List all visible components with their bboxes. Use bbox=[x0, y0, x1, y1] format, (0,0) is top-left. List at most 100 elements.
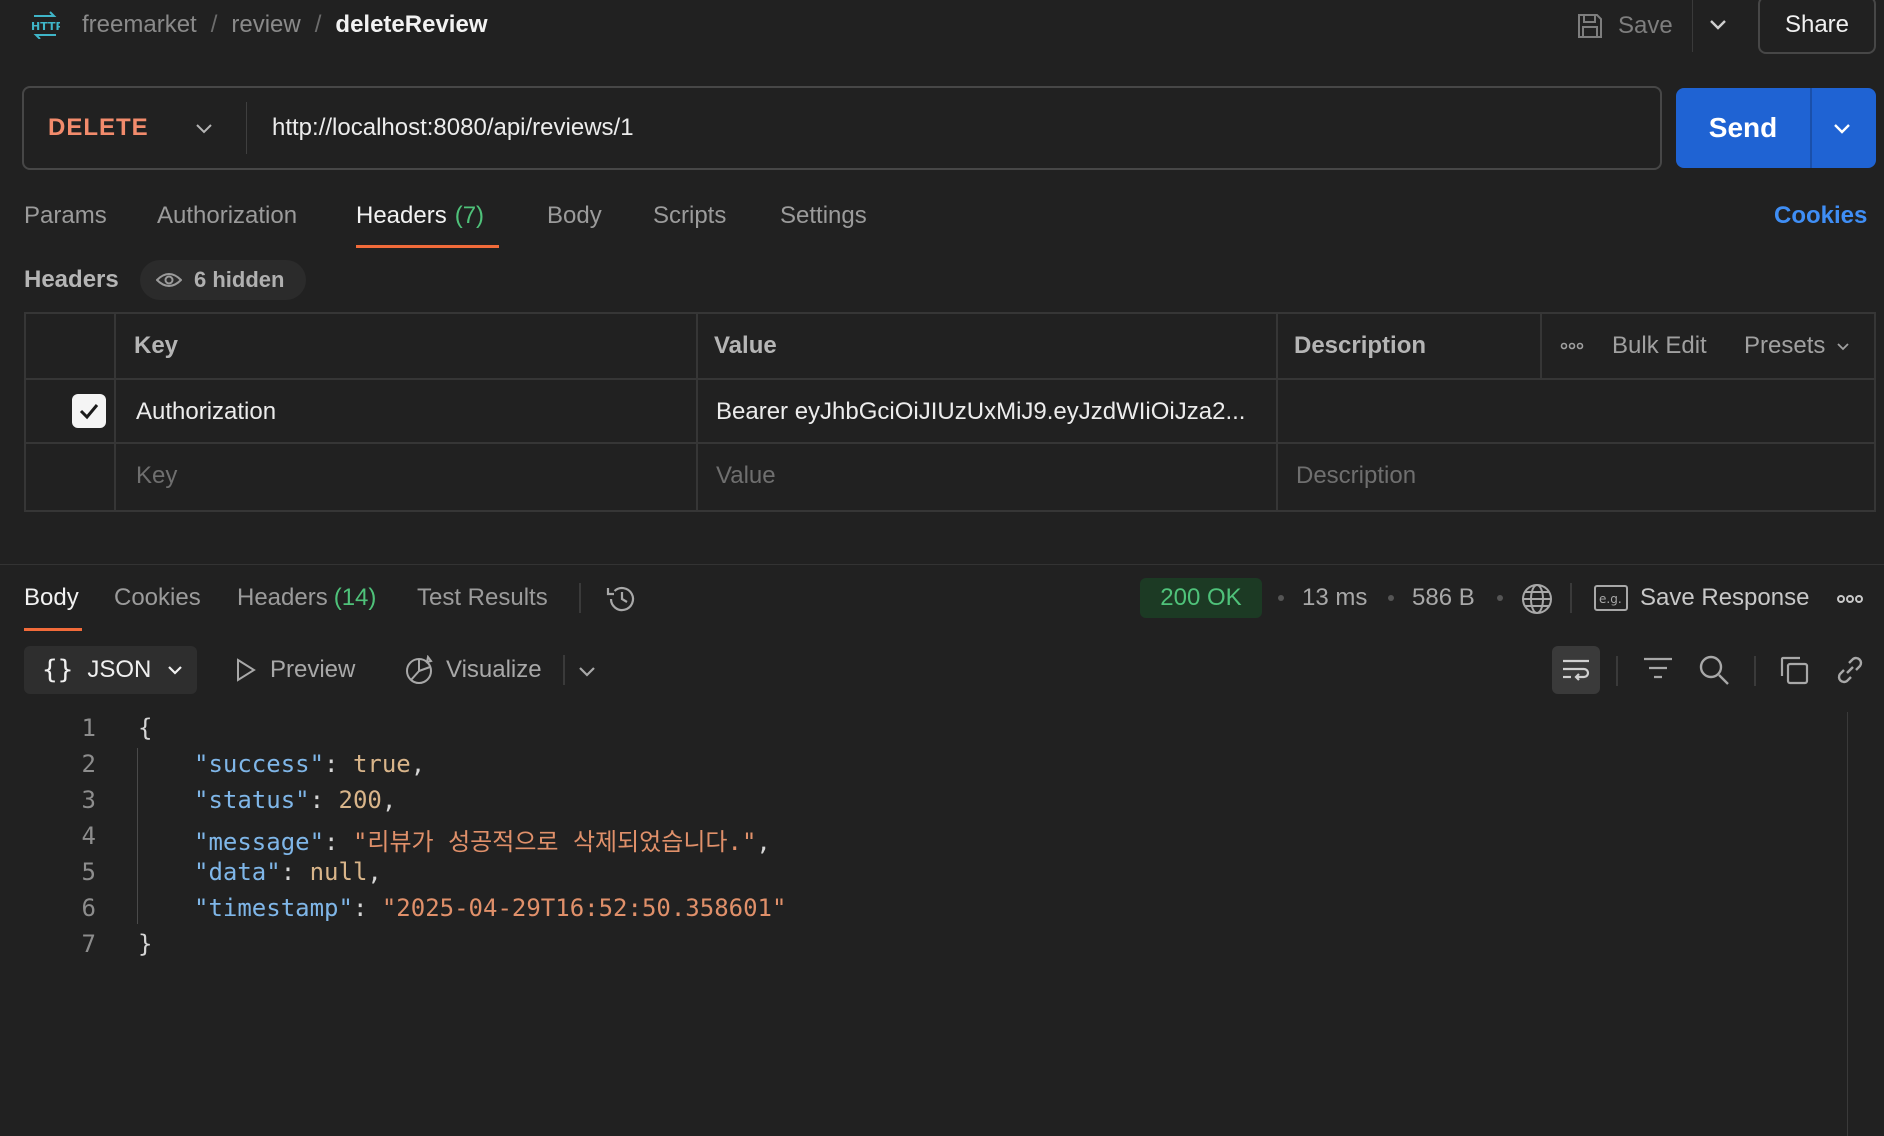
tab-scripts[interactable]: Scripts bbox=[653, 196, 726, 236]
divider bbox=[563, 655, 565, 685]
code-line: "message": "리뷰가 성공적으로 삭제되었습니다.", bbox=[194, 828, 771, 856]
chevron-down-icon bbox=[1835, 338, 1851, 354]
example-icon: e.g. bbox=[1594, 585, 1640, 611]
bulk-edit-button[interactable]: Bulk Edit bbox=[1612, 314, 1707, 378]
header-value-cell[interactable]: Bearer eyJhbGciOiJIUzUxMiJ9.eyJzdWIiOiJz… bbox=[716, 380, 1268, 444]
col-divider bbox=[696, 314, 698, 510]
wrap-lines-button[interactable] bbox=[1552, 646, 1600, 694]
scrollbar-track[interactable] bbox=[1847, 712, 1848, 1136]
col-divider bbox=[1276, 314, 1278, 510]
headers-table: Key Value Description Bulk Edit Presets … bbox=[24, 312, 1876, 512]
separator-dot bbox=[1497, 595, 1503, 601]
more-options-icon[interactable] bbox=[1560, 314, 1584, 378]
divider bbox=[1570, 583, 1572, 613]
format-label: JSON bbox=[87, 656, 152, 683]
save-button[interactable]: Save bbox=[1576, 6, 1673, 46]
send-options-chevron-down-icon[interactable] bbox=[1830, 116, 1854, 140]
globe-icon[interactable] bbox=[1520, 582, 1554, 616]
presets-label: Presets bbox=[1744, 332, 1826, 359]
send-button[interactable]: Send bbox=[1676, 88, 1810, 168]
format-dropdown[interactable]: {} JSON bbox=[24, 646, 197, 694]
preview-button[interactable]: Preview bbox=[232, 646, 355, 694]
presets-dropdown[interactable]: Presets bbox=[1744, 314, 1851, 378]
code-line: "data": null, bbox=[194, 858, 382, 886]
column-header-description: Description bbox=[1294, 332, 1427, 359]
json-value: 200 bbox=[338, 786, 382, 814]
col-divider bbox=[114, 314, 116, 510]
copy-icon[interactable] bbox=[1778, 654, 1810, 686]
preview-label: Preview bbox=[270, 656, 356, 683]
header-key-cell[interactable]: Authorization bbox=[136, 380, 686, 444]
header-description-cell[interactable] bbox=[1296, 380, 1866, 444]
column-header-key: Key bbox=[134, 332, 179, 359]
tab-authorization[interactable]: Authorization bbox=[157, 196, 297, 236]
save-label: Save bbox=[1618, 12, 1673, 39]
new-header-description-input[interactable]: Description bbox=[1296, 444, 1866, 508]
breadcrumb: HTTP freemarket / review / deleteReview bbox=[30, 8, 487, 42]
method-selector[interactable]: DELETE bbox=[48, 88, 149, 168]
visualize-icon bbox=[404, 655, 446, 685]
method-chevron-down-icon[interactable] bbox=[192, 116, 216, 140]
json-key: "status" bbox=[194, 786, 310, 814]
history-icon[interactable] bbox=[605, 582, 639, 616]
send-button-group: Send bbox=[1676, 88, 1876, 168]
code-line: "timestamp": "2025-04-29T16:52:50.358601… bbox=[194, 894, 787, 922]
breadcrumb-separator: / bbox=[210, 11, 218, 38]
response-tab-cookies[interactable]: Cookies bbox=[114, 578, 201, 618]
save-response-button[interactable]: e.g. Save Response bbox=[1594, 578, 1809, 618]
line-number: 7 bbox=[81, 930, 96, 958]
line-number: 1 bbox=[81, 714, 96, 742]
eye-icon bbox=[156, 271, 194, 289]
response-tab-test-results[interactable]: Test Results bbox=[417, 578, 548, 618]
url-input[interactable]: http://localhost:8080/api/reviews/1 bbox=[272, 88, 634, 168]
tab-settings[interactable]: Settings bbox=[780, 196, 867, 236]
share-button[interactable]: Share bbox=[1758, 0, 1876, 54]
json-value: true bbox=[352, 750, 411, 778]
code-line: "status": 200, bbox=[194, 786, 397, 814]
line-number: 5 bbox=[81, 858, 96, 886]
response-size[interactable]: 586 B bbox=[1412, 578, 1475, 618]
hidden-headers-toggle[interactable]: 6 hidden bbox=[140, 260, 306, 300]
response-time[interactable]: 13 ms bbox=[1302, 578, 1367, 618]
code-line: "success": true, bbox=[194, 750, 426, 778]
tab-params[interactable]: Params bbox=[24, 196, 107, 236]
header-enabled-checkbox[interactable] bbox=[72, 394, 106, 428]
filter-icon[interactable] bbox=[1642, 654, 1674, 684]
response-more-icon[interactable] bbox=[1836, 594, 1864, 604]
request-name[interactable]: deleteReview bbox=[335, 11, 487, 39]
line-number: 6 bbox=[81, 894, 96, 922]
code-line: { bbox=[138, 714, 153, 742]
save-options-chevron-down-icon[interactable] bbox=[1706, 12, 1730, 36]
breadcrumb-item-folder[interactable]: review bbox=[231, 11, 300, 39]
tab-headers[interactable]: Headers (7) bbox=[356, 196, 484, 236]
json-key: "message" bbox=[194, 828, 325, 856]
visualize-options-chevron-down-icon[interactable] bbox=[576, 660, 598, 682]
divider bbox=[1692, 0, 1693, 52]
line-number: 4 bbox=[81, 822, 96, 850]
new-header-key-input[interactable]: Key bbox=[136, 444, 686, 508]
visualize-button[interactable]: Visualize bbox=[404, 646, 542, 694]
link-icon[interactable] bbox=[1834, 654, 1866, 686]
pane-divider[interactable] bbox=[0, 564, 1884, 565]
tab-headers-count: (7) bbox=[454, 202, 485, 229]
response-tab-headers-count: (14) bbox=[333, 584, 377, 611]
svg-text:e.g.: e.g. bbox=[1599, 592, 1622, 606]
save-response-label: Save Response bbox=[1640, 584, 1810, 611]
tab-headers-label: Headers bbox=[356, 202, 447, 229]
tab-body[interactable]: Body bbox=[547, 196, 602, 236]
headers-title: Headers bbox=[24, 266, 119, 293]
separator-dot bbox=[1278, 595, 1284, 601]
json-key: "data" bbox=[194, 858, 281, 886]
response-tab-body[interactable]: Body bbox=[24, 578, 79, 618]
divider bbox=[246, 102, 247, 154]
new-header-value-input[interactable]: Value bbox=[716, 444, 1268, 508]
response-tab-headers[interactable]: Headers (14) bbox=[237, 578, 376, 618]
checkmark-icon bbox=[77, 399, 101, 423]
braces-icon: {} bbox=[42, 655, 74, 685]
status-badge[interactable]: 200 OK bbox=[1140, 578, 1262, 618]
cookies-link[interactable]: Cookies bbox=[1774, 196, 1867, 236]
breadcrumb-item-collection[interactable]: freemarket bbox=[82, 11, 197, 39]
search-icon[interactable] bbox=[1698, 654, 1730, 686]
line-number: 2 bbox=[81, 750, 96, 778]
wrap-lines-icon bbox=[1560, 656, 1592, 684]
